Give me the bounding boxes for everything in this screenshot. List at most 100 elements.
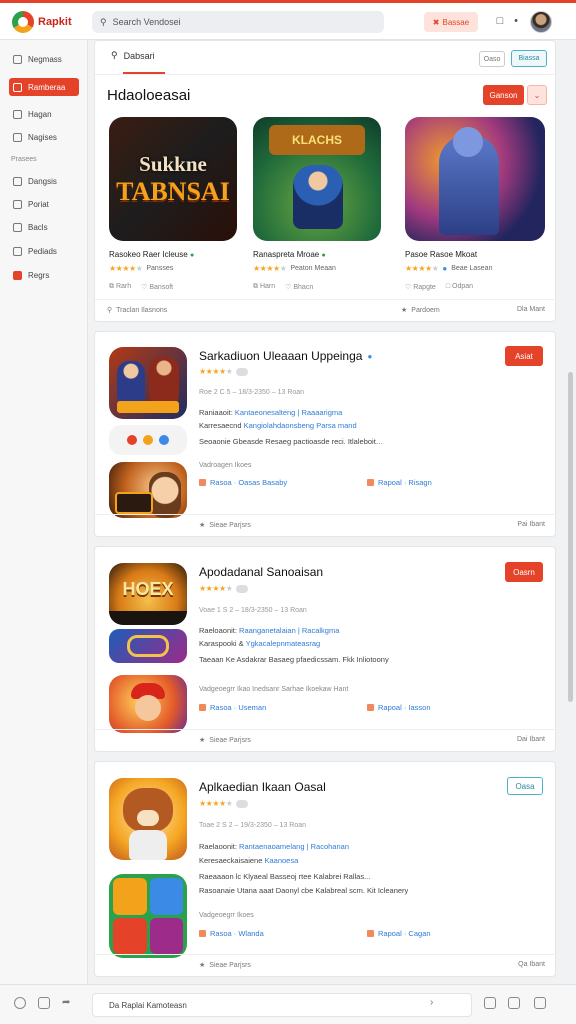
footer-link[interactable]: ★ Sieae Parjsrs (199, 521, 251, 530)
app-date: Toae 2 S 2 – 19/3-2350 – 13 Roan (199, 822, 307, 829)
hero-figure (293, 165, 343, 229)
share-icon[interactable]: ➦ (62, 997, 74, 1009)
notification-icon[interactable]: □ (492, 13, 508, 29)
art-text: KLACHS (269, 125, 365, 155)
chevron-down-icon[interactable]: ⌄ (527, 85, 547, 105)
rating-text: Peaton Meaan (290, 265, 336, 272)
filter-pill[interactable]: Oaso (479, 51, 505, 67)
arrow-icon[interactable]: › (430, 997, 442, 1009)
info-line: Keresaeckaisaiene Kaanoesa (199, 856, 299, 865)
sidebar-item-1[interactable]: Ramberaa (9, 78, 79, 96)
section-action-button[interactable]: Ganson (483, 85, 524, 105)
info-line: Raniaaoit: Kantaeonesalteng | Raaaarigma (199, 408, 343, 417)
footer-link[interactable]: ⚲ Traclan Ilasnons (107, 306, 167, 315)
info-link[interactable]: Kantaeonesalteng | Raaaarigma (235, 408, 342, 417)
search-input[interactable]: ⚲ Search Vendosei (92, 11, 384, 33)
search-icon: ⚲ (111, 50, 118, 60)
app-description: Raeaaaon lc Klyaeal Basseoj rtee Kalabre… (199, 872, 371, 881)
section-title: Hdaoloeasai (107, 87, 191, 104)
sidebar-item-7[interactable]: Pediads (9, 242, 79, 260)
info-link[interactable]: Rapoal · Iasson (367, 703, 431, 712)
tab-underline (123, 72, 165, 74)
tab-dabsari[interactable]: ⚲ Dabsari (111, 50, 155, 61)
sidebar-item-0[interactable]: Negmass (9, 50, 79, 68)
meta-item: ⧉ Harn (253, 283, 276, 290)
app-title[interactable]: Apodadanal Sanoaisan (199, 565, 323, 579)
app-name: Rapkit (38, 16, 72, 28)
install-button[interactable]: Oasrn (505, 562, 543, 582)
app-card[interactable]: Aplkaedian Ikaan Oasal Oasa ★★★★★ Toae 2… (94, 761, 557, 977)
footer-link[interactable]: ★ Sieae Parjsrs (199, 961, 251, 970)
info-link[interactable]: Rapoal · Cagan (367, 929, 431, 938)
info-link[interactable]: Rasoa · Oasas Basaby (199, 478, 287, 487)
emoji-icon[interactable] (484, 997, 496, 1009)
flag-icon (13, 270, 22, 280)
layers-icon (13, 109, 22, 119)
card-footer: ★ Sieae Parjsrs Qa Ibant (95, 954, 557, 976)
sidebar-item-label: Negmass (28, 54, 62, 64)
avatar[interactable] (530, 11, 552, 33)
info-link[interactable]: Rasoa · Wlanda (199, 929, 264, 938)
footer-link[interactable]: ★ Sieae Parjsrs (199, 736, 251, 745)
app-screenshot (109, 462, 187, 518)
sidebar-item-8[interactable]: Regrs (9, 266, 79, 284)
app-title[interactable]: Aplkaedian Ikaan Oasal (199, 780, 326, 794)
doc-icon (13, 222, 22, 232)
app-title[interactable]: Sarkadiuon Uleaaan Uppeinga ● (199, 349, 372, 363)
info-link[interactable]: Raanganetalaian | Racalkgma (239, 626, 339, 635)
sidebar-item-4[interactable]: Dangsis (9, 172, 79, 190)
top-action-button[interactable]: ✖ Bassae (424, 12, 478, 32)
info-link[interactable]: Rantaenaoamelang | Racohanan (239, 842, 349, 851)
install-button[interactable]: Asiat (505, 346, 543, 366)
sidebar-item-2[interactable]: Hagan (9, 105, 79, 123)
footer-count: Dla Mant (516, 306, 545, 313)
scrollbar[interactable] (568, 372, 573, 702)
featured-app-card[interactable]: Sukkne TABNSAI Rasokeo Raer Icleuse ● ★★… (109, 117, 239, 291)
app-artwork: KLACHS (253, 117, 381, 241)
verified-icon: ● (442, 264, 448, 273)
featured-app-card[interactable]: Pasoe Rasoe Mkoat ★★★★★ ● Beae Lasean ♡ Ra… (405, 117, 545, 291)
art-text: TABNSAI (116, 176, 230, 206)
art-text: Sukkne (139, 151, 207, 176)
info-link[interactable]: Rasoa · Useman (199, 703, 266, 712)
bottom-input[interactable]: Da Raplai Kamoteasn (92, 993, 472, 1017)
app-date: Voae 1 S 2 – 18/3-2350 – 13 Roan (199, 607, 307, 614)
app-description: Seoaonie Gbeasde Resaeg pactioasde reci.… (199, 437, 384, 446)
rating-stars: ★★★★★ (109, 264, 143, 273)
logo-icon (12, 11, 34, 33)
footer-link[interactable]: ★ Pardoem (401, 306, 440, 315)
image-icon[interactable] (508, 997, 520, 1009)
card-footer: ★ Sieae Parjsrs Pai Ibant (95, 514, 557, 536)
featured-card: ⚲ Dabsari Oaso Biassa Hdaoloeasai Ganson… (94, 40, 557, 322)
star-icon: ★ (199, 737, 206, 744)
sidebar-item-5[interactable]: Poriat (9, 195, 79, 213)
featured-app-card[interactable]: KLACHS Ranaspreta Mroae ● ★★★★★ Peaton Me… (253, 117, 383, 291)
settings-icon[interactable] (534, 997, 546, 1009)
app-card[interactable]: HOEX Apodadanal Sanoaisan Oasrn ★★★★★ Vo… (94, 546, 557, 752)
sidebar-section-label: Prasees (11, 156, 37, 163)
sidebar-item-6[interactable]: Bacls (9, 218, 79, 236)
sidebar-item-label: Bacls (28, 222, 48, 232)
app-logo[interactable]: Rapkit (12, 11, 72, 33)
info-link[interactable]: Ygkacalepnmateasrag (246, 639, 321, 648)
more-icon[interactable]: • (508, 13, 524, 29)
check-icon: ● (321, 252, 326, 259)
footer-count: Qa Ibant (518, 961, 545, 968)
info-link[interactable]: Rapoal · Risagn (367, 478, 432, 487)
rating-stars: ★★★★★ (405, 264, 439, 273)
app-card[interactable]: Sarkadiuon Uleaaan Uppeinga ● Asiat ★★★★★… (94, 331, 557, 537)
bottom-input-text: Da Raplai Kamoteasn (109, 1000, 187, 1010)
sidebar-item-3[interactable]: Nagises (9, 128, 79, 146)
top-action-label: Bassae (442, 17, 470, 27)
footer-count: Pai Ibant (517, 521, 545, 528)
home-icon[interactable] (14, 997, 26, 1009)
info-line: Karresaecnd Kangiolahdaonsbeng Parsa man… (199, 421, 357, 430)
info-link[interactable]: Kaanoesa (264, 856, 298, 865)
filter-pill-active[interactable]: Biassa (511, 50, 547, 67)
app-name: Ranaspreta Mroae (253, 250, 320, 259)
chat-icon[interactable] (38, 997, 50, 1009)
rating-chip (236, 367, 249, 376)
info-link[interactable]: Kangiolahdaonsbeng Parsa mand (244, 421, 357, 430)
tag-icon (367, 479, 374, 486)
open-button[interactable]: Oasa (507, 777, 543, 795)
